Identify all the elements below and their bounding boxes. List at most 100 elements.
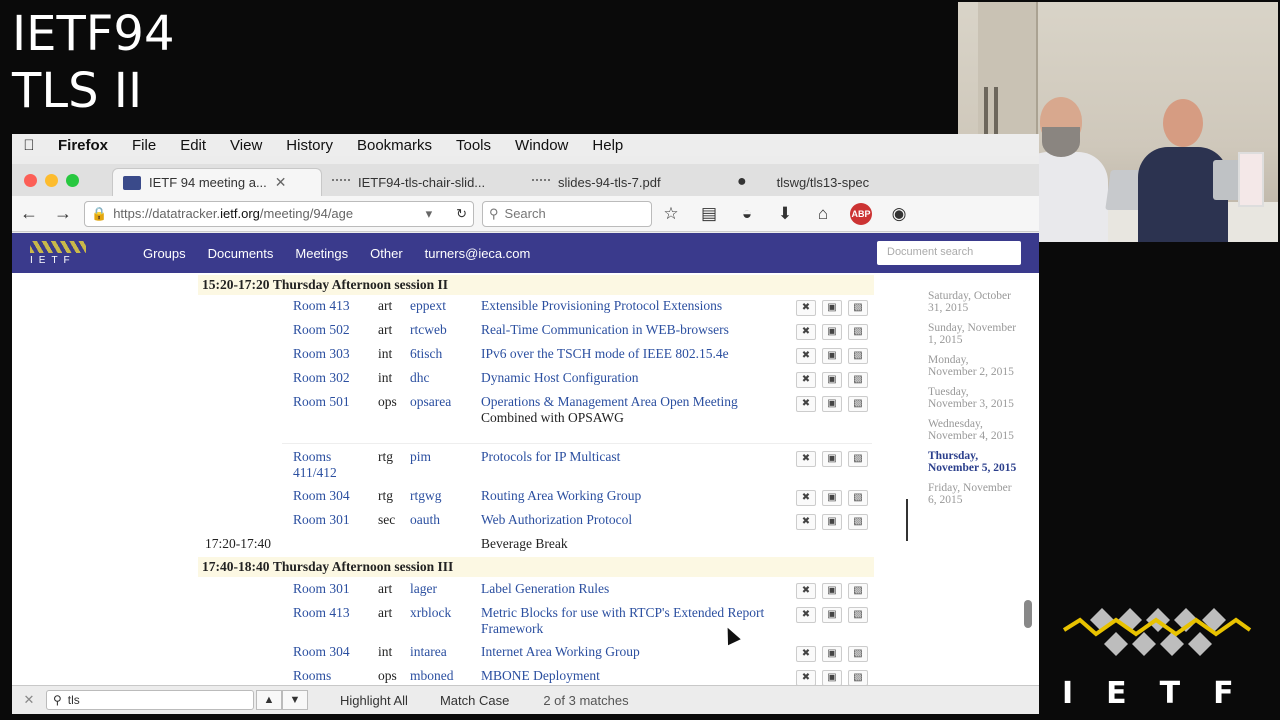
day-link-current[interactable]: Thursday, November 5, 2015 [928,450,1018,474]
menu-file[interactable]: File [120,137,168,154]
slides-icon[interactable]: ▧ [848,372,868,388]
bookmark-star-icon[interactable]: ☆ [652,204,690,224]
session-title-link[interactable]: Protocols for IP Multicast [481,449,791,465]
slides-icon[interactable]: ▧ [848,646,868,662]
highlight-all-toggle[interactable]: Highlight All [340,693,408,708]
zoom-window-icon[interactable] [66,173,79,187]
agenda-icon[interactable]: ▣ [822,490,842,506]
agenda-icon[interactable]: ▣ [822,372,842,388]
tools-icon[interactable]: ✖ [796,324,816,340]
tools-icon[interactable]: ✖ [796,670,816,685]
group-link[interactable]: opsarea [410,394,451,410]
agenda-icon[interactable]: ▣ [822,607,842,623]
session-title-link[interactable]: MBONE Deployment [481,668,791,684]
tools-icon[interactable]: ✖ [796,348,816,364]
agenda-icon[interactable]: ▣ [822,451,842,467]
room-link[interactable]: Room 301 [293,581,350,597]
pocket-icon[interactable]: ◒ [728,204,766,224]
tools-icon[interactable]: ✖ [796,583,816,599]
group-link[interactable]: dhc [410,370,430,386]
agenda-icon[interactable]: ▣ [822,396,842,412]
group-link[interactable]: rtcweb [410,322,447,338]
agenda-icon[interactable]: ▣ [822,348,842,364]
document-search-input[interactable]: Document search [877,241,1021,265]
home-icon[interactable]: ⌂ [804,204,842,224]
menu-view[interactable]: View [218,137,274,154]
room-link[interactable]: Room 301 [293,512,350,528]
group-link[interactable]: 6tisch [410,346,442,362]
ietf-site-logo[interactable]: IETF [12,240,132,266]
tab-slides-pdf[interactable]: slides-94-tls-7.pdf [522,168,727,196]
session-title-link[interactable]: Metric Blocks for use with RTCP's Extend… [481,605,791,637]
forward-arrow-icon[interactable]: → [46,203,80,224]
find-previous-icon[interactable]: ▲ [256,690,282,710]
room-link[interactable]: Room 304 [293,488,350,504]
group-link[interactable]: intarea [410,644,447,660]
dropdown-icon[interactable]: ▾ [426,206,433,222]
search-bar[interactable]: ⚲ Search [482,200,652,227]
agenda-icon[interactable]: ▣ [822,514,842,530]
url-bar[interactable]: 🔒 https://datatracker.ietf.org/meeting/9… [84,200,474,227]
group-link[interactable]: mboned [410,668,454,684]
reading-list-icon[interactable]: ▤ [690,204,728,224]
session-title-link[interactable]: Label Generation Rules [481,581,791,597]
find-next-icon[interactable]: ▼ [282,690,308,710]
agenda-icon[interactable]: ▣ [822,583,842,599]
room-link[interactable]: Room 304 [293,644,350,660]
group-link[interactable]: oauth [410,512,440,528]
session-title-link[interactable]: Internet Area Working Group [481,644,791,660]
slides-icon[interactable]: ▧ [848,396,868,412]
day-link[interactable]: Tuesday, November 3, 2015 [928,386,1018,410]
nav-documents[interactable]: Documents [197,246,285,261]
menu-app[interactable]: Firefox [46,137,120,154]
close-window-icon[interactable] [24,173,37,187]
session-title-link[interactable]: Operations & Management Area Open Meetin… [481,394,791,426]
tools-icon[interactable]: ✖ [796,300,816,316]
minimize-window-icon[interactable] [45,173,58,187]
group-link[interactable]: xrblock [410,605,451,621]
session-title-link[interactable]: Real-Time Communication in WEB-browsers [481,322,791,338]
close-find-icon[interactable]: ✕ [12,692,46,708]
room-link[interactable]: Room 302 [293,370,350,386]
day-link[interactable]: Sunday, November 1, 2015 [928,322,1018,346]
tools-icon[interactable]: ✖ [796,396,816,412]
slides-icon[interactable]: ▧ [848,607,868,623]
slides-icon[interactable]: ▧ [848,583,868,599]
slides-icon[interactable]: ▧ [848,451,868,467]
room-link[interactable]: Rooms [293,668,331,684]
tools-icon[interactable]: ✖ [796,646,816,662]
session-title-link[interactable]: Web Authorization Protocol [481,512,791,528]
day-link[interactable]: Saturday, October 31, 2015 [928,290,1018,314]
group-link[interactable]: pim [410,449,431,465]
match-case-toggle[interactable]: Match Case [440,693,509,708]
session-title-link[interactable]: Extensible Provisioning Protocol Extensi… [481,298,791,314]
session-title-link[interactable]: Routing Area Working Group [481,488,791,504]
find-input[interactable]: ⚲ tls [46,690,254,710]
tools-icon[interactable]: ✖ [796,607,816,623]
menu-tools[interactable]: Tools [444,137,503,154]
back-arrow-icon[interactable]: ← [12,203,46,224]
tools-icon[interactable]: ✖ [796,490,816,506]
day-link[interactable]: Friday, November 6, 2015 [928,482,1018,506]
group-link[interactable]: lager [410,581,437,597]
agenda-icon[interactable]: ▣ [822,646,842,662]
slides-icon[interactable]: ▧ [848,348,868,364]
apple-icon[interactable]:  [12,137,46,154]
menu-bookmarks[interactable]: Bookmarks [345,137,444,154]
session-title-link[interactable]: Dynamic Host Configuration [481,370,791,386]
slides-icon[interactable]: ▧ [848,514,868,530]
chat-icon[interactable]: ◉ [880,204,918,224]
slides-icon[interactable]: ▧ [848,670,868,685]
room-link[interactable]: Room 502 [293,322,350,338]
nav-user[interactable]: turners@ieca.com [414,246,542,261]
day-link[interactable]: Monday, November 2, 2015 [928,354,1018,378]
download-icon[interactable]: ⬇ [766,204,804,224]
tools-icon[interactable]: ✖ [796,451,816,467]
reload-icon[interactable]: ↻ [456,206,467,222]
tools-icon[interactable]: ✖ [796,514,816,530]
menu-edit[interactable]: Edit [168,137,218,154]
group-link[interactable]: eppext [410,298,446,314]
room-link[interactable]: Room 413 [293,298,350,314]
nav-other[interactable]: Other [359,246,414,261]
menu-window[interactable]: Window [503,137,580,154]
